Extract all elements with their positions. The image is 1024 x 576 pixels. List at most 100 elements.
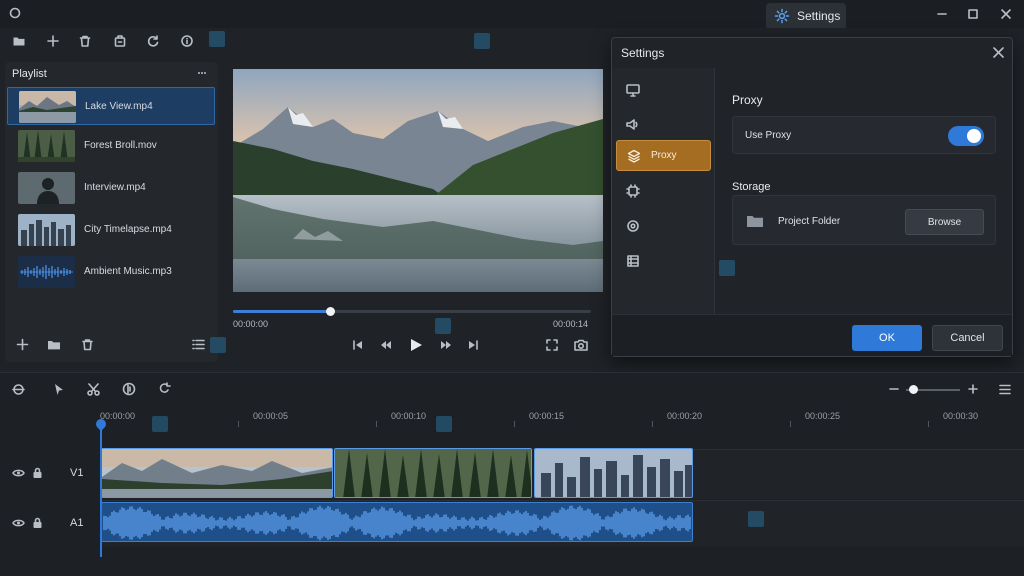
video-clip-forest-broll[interactable] — [334, 448, 532, 498]
sidebar-item-display[interactable] — [616, 75, 711, 106]
audio-clip-ambient-music[interactable] — [101, 502, 693, 542]
snap-icon — [12, 384, 25, 395]
film-icon — [627, 254, 639, 267]
settings-dialog: Settings Proxy Proxy Use Proxy Storage P… — [611, 37, 1013, 357]
convert-button[interactable] — [141, 29, 165, 53]
current-time: 00:00:00 — [233, 319, 269, 329]
delete-button[interactable] — [73, 29, 97, 53]
video-clip-city-timelapse[interactable] — [534, 448, 693, 498]
close-window-button[interactable] — [1000, 8, 1012, 20]
settings-button[interactable]: Settings — [766, 3, 846, 29]
effects-button[interactable] — [108, 29, 132, 53]
use-proxy-row: Use Proxy — [732, 116, 996, 154]
sidebar-item-proxy[interactable]: Proxy — [616, 140, 711, 171]
lock-toggle[interactable] — [32, 467, 43, 479]
ruler-label: 00:00:20 — [667, 411, 703, 421]
use-proxy-toggle[interactable] — [948, 126, 984, 146]
add-button[interactable] — [41, 29, 65, 53]
video-clip-lake-view[interactable] — [101, 448, 333, 498]
ruler-label: 00:00:25 — [805, 411, 841, 421]
settings-content: Proxy Use Proxy Storage Project Folder B… — [716, 68, 1012, 314]
dialog-close-button[interactable] — [993, 47, 1004, 58]
ok-button[interactable]: OK — [852, 325, 922, 351]
eye-icon — [12, 469, 25, 477]
skip-to-start-button[interactable] — [352, 339, 364, 351]
sidebar-item-export[interactable] — [616, 245, 711, 276]
skip-to-end-button[interactable] — [467, 339, 479, 351]
lock-icon — [33, 467, 42, 478]
sidebar-item-performance[interactable] — [616, 175, 711, 206]
playlist-item-forest-broll[interactable]: Forest Broll.mov — [7, 127, 215, 165]
thumbnail-lake — [19, 91, 76, 123]
maximize-button[interactable] — [967, 8, 979, 20]
playlist-title: Playlist — [12, 68, 47, 80]
visibility-toggle[interactable] — [12, 468, 25, 478]
step-back-icon — [381, 341, 391, 349]
track-header-a1: A1 — [0, 501, 100, 547]
timeline-panel: 00:00:00 00:00:05 00:00:10 00:00:15 00:0… — [0, 372, 1024, 576]
chip-icon — [626, 183, 640, 198]
gear-icon — [774, 8, 790, 24]
browse-button[interactable]: Browse — [905, 209, 984, 235]
cancel-button[interactable]: Cancel — [932, 325, 1003, 351]
timeline-menu-button[interactable] — [999, 384, 1011, 395]
thumbnail-interview — [18, 172, 75, 204]
zoom-slider-handle[interactable] — [909, 385, 918, 394]
snapshot-button[interactable] — [574, 339, 588, 351]
refresh-icon — [147, 35, 159, 47]
import-folder-button[interactable] — [47, 338, 61, 351]
snap-button[interactable] — [12, 383, 25, 396]
watermark-icon — [435, 318, 451, 334]
use-proxy-label: Use Proxy — [745, 130, 792, 141]
ruler-tick — [652, 421, 653, 427]
play-button[interactable] — [409, 338, 423, 352]
playhead[interactable] — [100, 423, 102, 557]
visibility-toggle[interactable] — [12, 518, 25, 528]
step-back-button[interactable] — [380, 339, 392, 351]
lock-toggle[interactable] — [32, 517, 43, 529]
playlist-item-ambient-music[interactable]: Ambient Music.mp3 — [7, 253, 215, 291]
menu-icon — [999, 384, 1011, 395]
info-button[interactable] — [175, 29, 199, 53]
project-folder-row: Project Folder Browse — [732, 195, 996, 245]
track-name: V1 — [70, 467, 84, 479]
ruler-tick — [514, 421, 515, 427]
zoom-in-button[interactable] — [968, 384, 978, 394]
list-icon — [192, 339, 205, 350]
link-tool-button[interactable] — [158, 382, 171, 396]
scrubber-handle[interactable] — [325, 307, 335, 316]
close-icon — [993, 47, 1004, 58]
playlist-item-interview[interactable]: Interview.mp4 — [7, 169, 215, 207]
playlist-item-label: Interview.mp4 — [84, 182, 146, 193]
list-view-button[interactable] — [192, 339, 205, 350]
sidebar-item-advanced[interactable] — [616, 210, 711, 241]
select-tool-button[interactable] — [53, 383, 65, 396]
storage-section-title: Storage — [732, 181, 771, 193]
add-media-button[interactable] — [16, 338, 29, 351]
ripple-tool-button[interactable] — [122, 382, 136, 396]
playlist-item-city-timelapse[interactable]: City Timelapse.mp4 — [7, 211, 215, 249]
playlist-header: Playlist — [5, 62, 218, 84]
razor-tool-button[interactable] — [87, 383, 100, 396]
audio-waveform — [103, 505, 691, 541]
thumbnail-forest — [18, 130, 75, 162]
sidebar-item-audio[interactable] — [616, 109, 711, 140]
open-folder-button[interactable] — [7, 29, 31, 53]
step-forward-button[interactable] — [440, 339, 452, 351]
dialog-footer: OK Cancel — [612, 314, 1012, 356]
more-options-icon[interactable] — [197, 71, 207, 75]
folder-icon — [48, 341, 60, 350]
playlist-item-label: Ambient Music.mp3 — [84, 266, 172, 277]
video-preview[interactable] — [233, 69, 603, 292]
zoom-out-button[interactable] — [889, 384, 899, 394]
minimize-button[interactable] — [936, 8, 948, 20]
ruler-label: 00:00:05 — [253, 411, 289, 421]
playlist-item-label: Forest Broll.mov — [84, 140, 157, 151]
layers-icon — [627, 149, 641, 163]
scrubber-progress — [233, 310, 330, 313]
remove-media-button[interactable] — [81, 338, 94, 351]
playlist-item-lake-view[interactable]: Lake View.mp4 — [7, 87, 215, 125]
speaker-icon — [626, 119, 638, 130]
fullscreen-button[interactable] — [546, 339, 558, 351]
timeline-ruler[interactable]: 00:00:00 00:00:05 00:00:10 00:00:15 00:0… — [100, 407, 1024, 429]
